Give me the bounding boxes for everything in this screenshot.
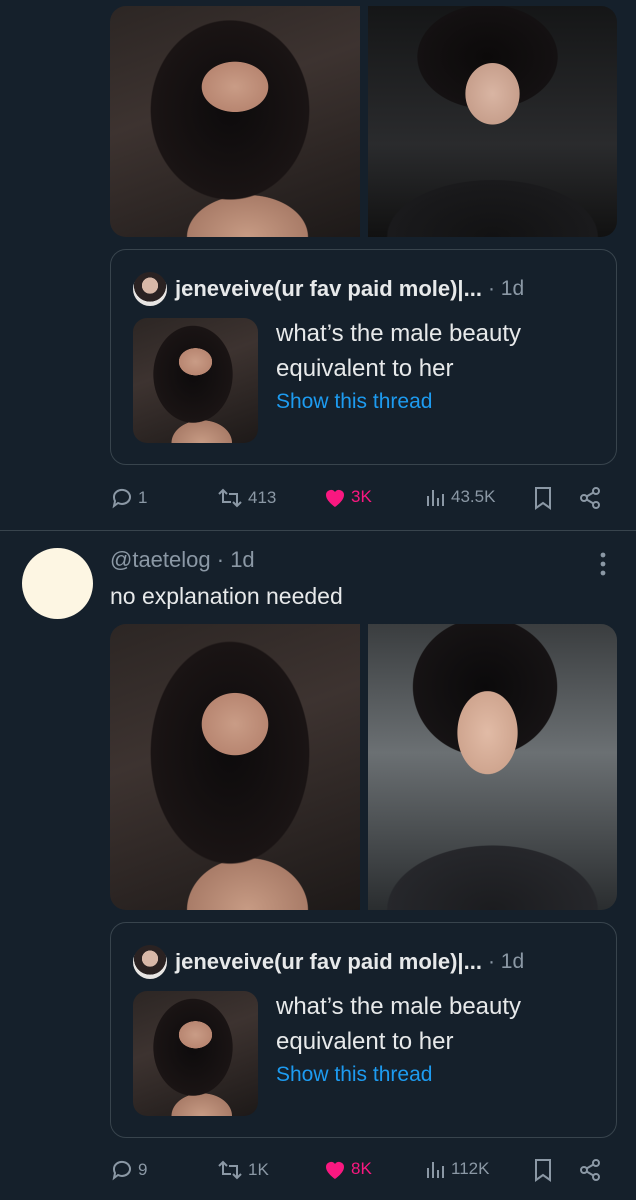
views-count: 43.5K	[451, 487, 496, 506]
retweet-icon	[218, 488, 242, 508]
heart-icon	[326, 490, 344, 507]
bookmark-button[interactable]	[533, 1158, 553, 1182]
quote-timestamp: · 1d	[487, 950, 525, 973]
quote-thumbnail	[133, 318, 258, 443]
quote-text: what’s the male beauty equivalent to her	[276, 320, 522, 382]
heart-icon	[326, 1162, 344, 1179]
retweet-button[interactable]: 413	[216, 486, 276, 510]
quote-header: jeneveive(ur fav paid mole)|... · 1d	[133, 945, 524, 979]
avatar	[133, 945, 167, 979]
tweet-2-quote-card[interactable]: jeneveive(ur fav paid mole)|... · 1d wha…	[110, 922, 617, 1138]
quote-author-name: jeneveive(ur fav paid mole)|...	[175, 949, 482, 974]
like-button[interactable]: 8K	[323, 1158, 372, 1180]
reply-button[interactable]: 9	[110, 1158, 147, 1182]
views-icon	[427, 490, 444, 506]
like-button[interactable]: 3K	[323, 486, 372, 508]
share-icon	[580, 487, 600, 509]
quote-thumbnail	[133, 991, 258, 1116]
tweet-2-actions: 9 1K 8K 112K	[110, 1155, 617, 1185]
avatar[interactable]	[22, 548, 93, 619]
like-count: 3K	[351, 487, 372, 506]
retweet-count: 1K	[248, 1160, 269, 1179]
retweet-count: 413	[248, 488, 277, 507]
author-handle[interactable]: @taetelog	[110, 547, 211, 572]
tweet-1-photo-2[interactable]	[367, 6, 617, 237]
share-icon	[580, 1159, 600, 1181]
tweet-header: @taetelog · 1d	[110, 547, 255, 573]
views-count: 112K	[451, 1159, 490, 1178]
bookmark-icon	[535, 1159, 551, 1182]
bookmark-button[interactable]	[533, 486, 553, 510]
tweet-1-media[interactable]	[110, 6, 617, 237]
views-button[interactable]: 112K	[425, 1158, 489, 1180]
retweet-icon	[218, 1160, 242, 1180]
show-thread-link[interactable]: Show this thread	[276, 390, 432, 414]
share-button[interactable]	[578, 486, 602, 510]
bookmark-icon	[535, 487, 551, 510]
reply-count: 9	[138, 1160, 148, 1179]
tweet-1-photo-1[interactable]	[110, 6, 360, 237]
quote-timestamp: · 1d	[487, 277, 525, 300]
views-button[interactable]: 43.5K	[425, 486, 495, 508]
tweet-2-photo-1[interactable]	[110, 624, 360, 910]
quote-author-name: jeneveive(ur fav paid mole)|...	[175, 276, 482, 301]
quote-text: what’s the male beauty equivalent to her	[276, 993, 522, 1055]
tweet-2-media[interactable]	[110, 624, 617, 910]
share-button[interactable]	[578, 1158, 602, 1182]
tweet-1-quote-card[interactable]: jeneveive(ur fav paid mole)|... · 1d wha…	[110, 249, 617, 465]
tweet-divider	[0, 530, 636, 531]
reply-count: 1	[138, 488, 148, 507]
tweet-timestamp[interactable]: · 1d	[217, 547, 255, 572]
tweet-1-actions: 1 413 3K 43.5K	[110, 483, 617, 513]
show-thread-link[interactable]: Show this thread	[276, 1063, 432, 1087]
more-button[interactable]	[594, 549, 612, 579]
like-count: 8K	[351, 1159, 372, 1178]
reply-button[interactable]: 1	[110, 486, 147, 510]
views-icon	[427, 1162, 444, 1178]
retweet-button[interactable]: 1K	[216, 1158, 269, 1182]
reply-icon	[112, 488, 131, 509]
more-icon	[600, 552, 606, 576]
quote-header: jeneveive(ur fav paid mole)|... · 1d	[133, 272, 524, 306]
reply-icon	[112, 1160, 131, 1181]
avatar	[133, 272, 167, 306]
tweet-2-photo-2[interactable]	[367, 624, 617, 910]
tweet-text: no explanation needed	[110, 583, 343, 609]
